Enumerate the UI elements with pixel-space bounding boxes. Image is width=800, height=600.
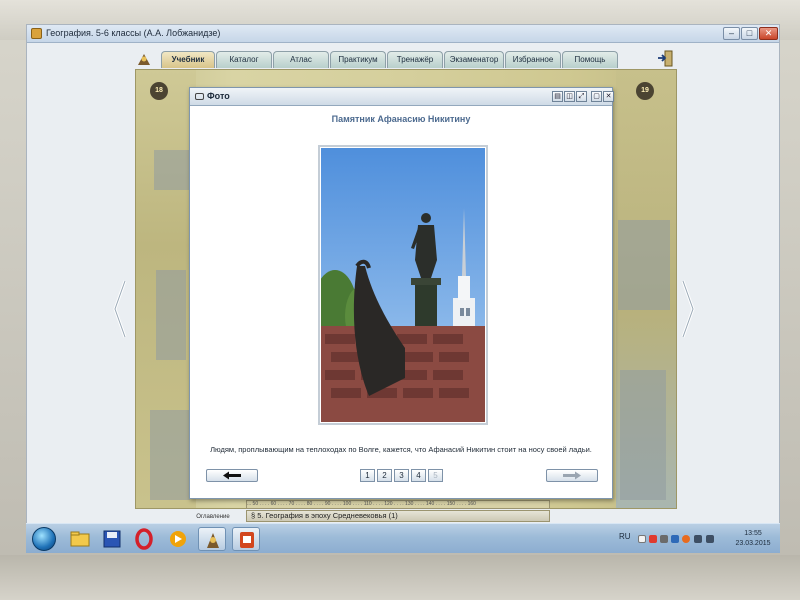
minimize-button[interactable]: – — [723, 27, 740, 40]
main-navigation: Учебник Каталог Атлас Практикум Тренажёр… — [135, 49, 677, 69]
previous-photo-button[interactable] — [206, 469, 258, 482]
photo-page-4[interactable]: 4 — [411, 469, 426, 482]
opera-icon[interactable] — [130, 527, 158, 551]
window-title: География. 5-6 классы (А.А. Лобжанидзе) — [46, 28, 221, 38]
maximize-button[interactable]: □ — [741, 27, 758, 40]
previous-page-arrow-icon[interactable] — [113, 279, 127, 339]
contents-label: Оглавление — [196, 514, 230, 520]
page-number-right: 19 — [636, 82, 654, 100]
tab-practicum[interactable]: Практикум — [330, 51, 386, 68]
network-icon[interactable] — [694, 535, 702, 543]
dialog-title: Фото — [207, 91, 230, 101]
tab-atlas[interactable]: Атлас — [273, 51, 329, 68]
expand-icon[interactable]: ⤢ — [576, 91, 587, 102]
volume-icon[interactable] — [706, 535, 714, 543]
restore-icon[interactable]: ▢ — [591, 91, 602, 102]
tray-update-icon[interactable] — [682, 535, 690, 543]
nikitin-monument-photo — [321, 148, 485, 422]
language-indicator[interactable]: RU — [619, 532, 631, 541]
arrow-left-icon — [223, 471, 241, 480]
tab-trainer[interactable]: Тренажёр — [387, 51, 443, 68]
windows-taskbar: RU 13:55 23.03.2015 — [26, 523, 780, 553]
close-button[interactable]: ✕ — [759, 27, 778, 40]
page-ruler[interactable]: ... 50 . . . . 60 . . . . 70 . . . . 80 … — [246, 500, 550, 509]
tab-examiner[interactable]: Экзаменатор — [444, 51, 504, 68]
clock[interactable]: 13:55 23.03.2015 — [730, 529, 776, 549]
photo-frame — [318, 145, 488, 425]
print-icon[interactable]: ▤ — [552, 91, 563, 102]
textbook-app-taskbar-button[interactable] — [198, 527, 226, 551]
folder-icon[interactable] — [66, 527, 94, 551]
next-photo-button[interactable] — [546, 469, 598, 482]
window-titlebar: География. 5-6 классы (А.А. Лобжанидзе) … — [27, 25, 779, 43]
current-section-bar[interactable]: § 5. География в эпоху Средневековья (1) — [246, 510, 550, 522]
tray-device-icon[interactable] — [660, 535, 668, 543]
contents-button[interactable]: Оглавление — [194, 500, 232, 522]
photo-page-5[interactable]: 5 — [428, 469, 443, 482]
tab-textbook[interactable]: Учебник — [161, 51, 215, 68]
clock-date: 23.03.2015 — [735, 540, 771, 547]
app-logo-icon — [138, 54, 150, 65]
tab-catalog[interactable]: Каталог — [216, 51, 272, 68]
tab-favorites[interactable]: Избранное — [505, 51, 561, 68]
dialog-header: Фото ▤ ◫ ⤢ ▢ ✕ — [190, 88, 614, 106]
photo-page-2[interactable]: 2 — [377, 469, 392, 482]
dialog-close-icon[interactable]: ✕ — [603, 91, 614, 102]
next-page-arrow-icon[interactable] — [681, 279, 695, 339]
start-button[interactable] — [32, 527, 56, 551]
exit-icon[interactable] — [657, 50, 673, 67]
powerpoint-taskbar-button[interactable] — [232, 527, 260, 551]
media-player-icon[interactable] — [164, 527, 192, 551]
photo-caption: Людям, проплывающим на теплоходах по Вол… — [210, 445, 592, 454]
page-text-block — [154, 150, 190, 190]
clock-time: 13:55 — [744, 530, 762, 537]
photo-page-3[interactable]: 3 — [394, 469, 409, 482]
arrow-right-icon — [563, 471, 581, 480]
page-illustration-right — [620, 370, 666, 500]
copy-icon[interactable]: ◫ — [564, 91, 575, 102]
app-icon — [31, 28, 42, 39]
page-number-left: 18 — [150, 82, 168, 100]
tray-app-icon[interactable] — [638, 535, 646, 543]
photo-page-1[interactable]: 1 — [360, 469, 375, 482]
backdrop-bottom-sketch — [0, 555, 800, 600]
page-illustration-left — [156, 270, 186, 360]
camera-icon — [195, 93, 204, 100]
save-icon[interactable] — [98, 527, 126, 551]
powerpoint-icon — [240, 532, 254, 548]
tab-help[interactable]: Помощь — [562, 51, 618, 68]
page-text-block-lower — [150, 410, 190, 500]
system-tray: RU 13:55 23.03.2015 — [614, 524, 780, 554]
tray-utility-icon[interactable] — [671, 535, 679, 543]
page-text-block-right — [618, 220, 670, 310]
photo-dialog: Фото ▤ ◫ ⤢ ▢ ✕ Памятник Афанасию Никитин… — [189, 87, 614, 499]
antivirus-icon[interactable] — [649, 535, 657, 543]
textbook-app-icon — [207, 533, 219, 548]
photo-title: Памятник Афанасию Никитину — [331, 114, 471, 124]
